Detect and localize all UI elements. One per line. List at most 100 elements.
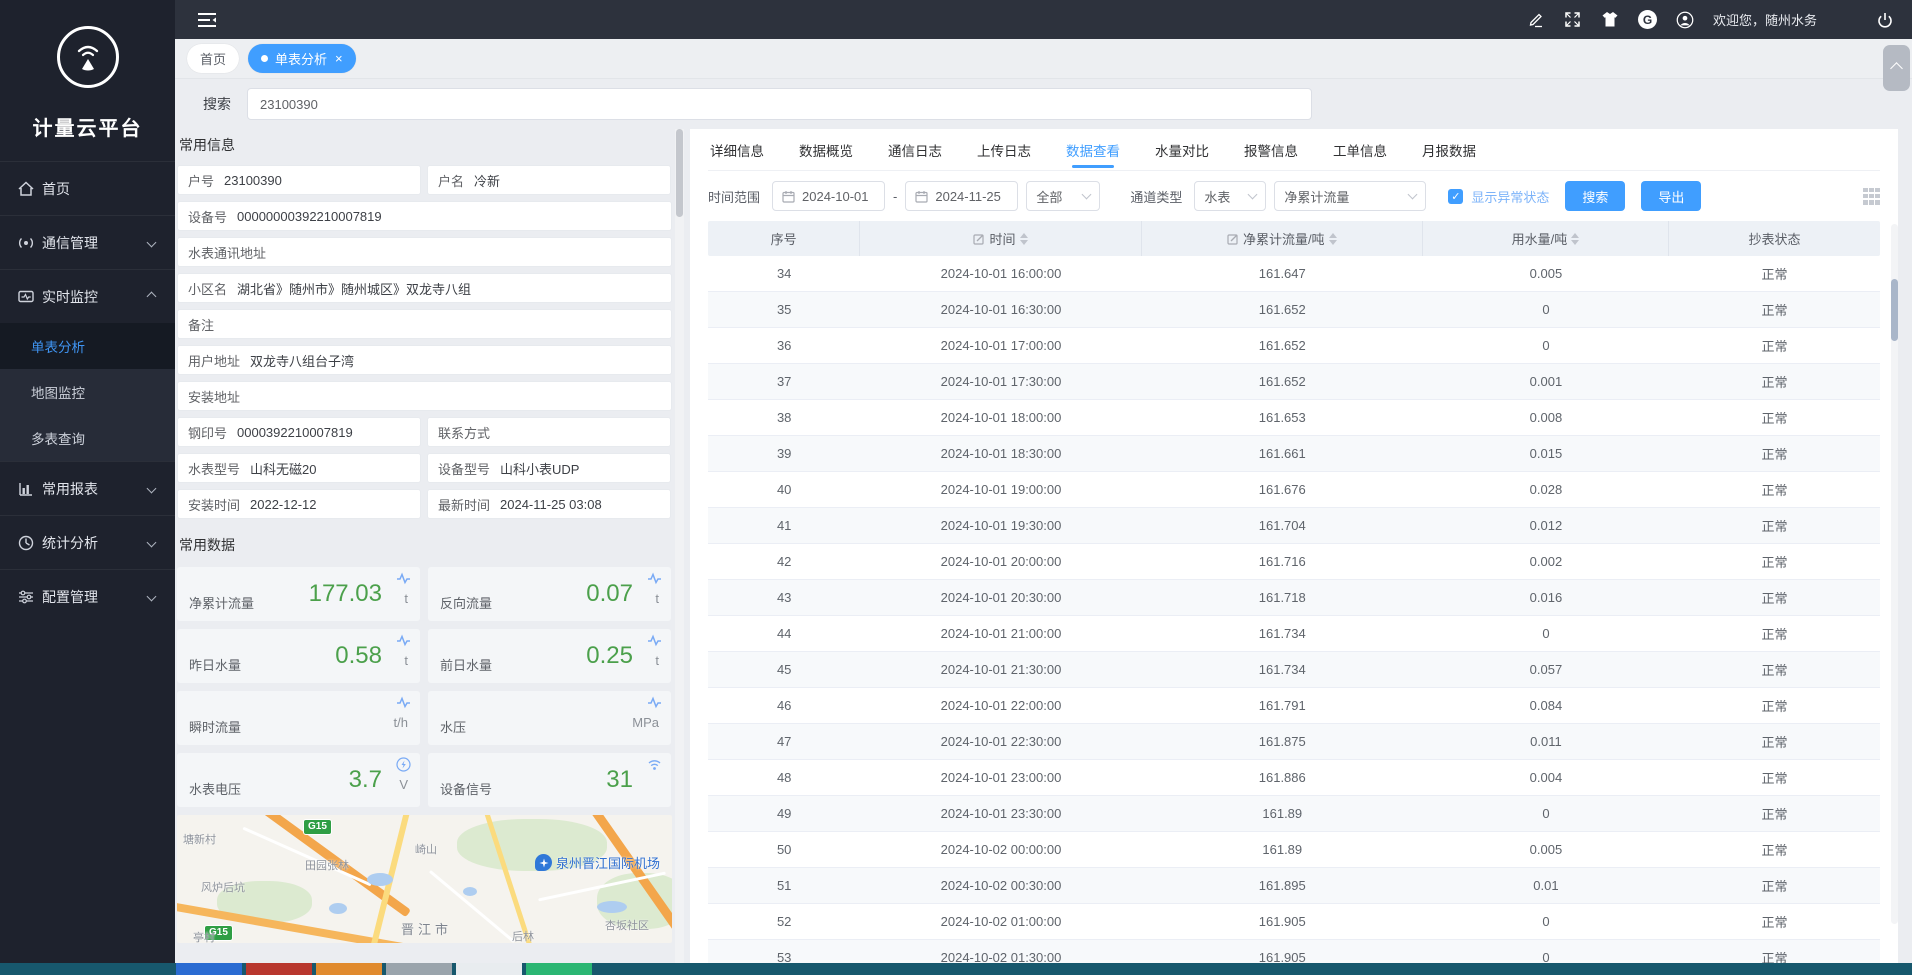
column-header-net-flow[interactable]: 净累计流量/吨 xyxy=(1142,221,1423,256)
taskbar-app-thumbnail[interactable] xyxy=(456,963,522,975)
sort-icon[interactable] xyxy=(1020,233,1028,245)
sidebar-item-single-meter-analysis[interactable]: 单表分析 xyxy=(0,323,175,369)
g-badge-icon[interactable]: G xyxy=(1638,10,1657,29)
sidebar-item-realtime-monitor[interactable]: 实时监控 xyxy=(0,269,175,323)
show-abnormal-checkbox[interactable]: ✓ xyxy=(1448,189,1463,204)
os-taskbar[interactable] xyxy=(0,963,1912,975)
sort-icon[interactable] xyxy=(1329,233,1337,245)
airport-poi[interactable]: 泉州晋江国际机场 xyxy=(535,853,660,872)
page-tag[interactable]: 首页 × xyxy=(187,44,239,73)
chevron-up-icon xyxy=(1890,62,1903,75)
table-row[interactable]: 48 2024-10-01 23:00:00 161.886 0.004 正常 xyxy=(708,760,1880,796)
detail-tab[interactable]: 上传日志 xyxy=(975,129,1033,172)
status-badge: 正常 xyxy=(1669,336,1880,355)
table-row[interactable]: 35 2024-10-01 16:30:00 161.652 0 正常 xyxy=(708,292,1880,328)
table-row[interactable]: 42 2024-10-01 20:00:00 161.716 0.002 正常 xyxy=(708,544,1880,580)
table-row[interactable]: 50 2024-10-02 00:00:00 161.89 0.005 正常 xyxy=(708,832,1880,868)
collapse-sidebar-icon[interactable] xyxy=(197,12,217,28)
pulse-icon xyxy=(647,633,662,648)
scrollbar-thumb[interactable] xyxy=(676,129,683,217)
power-icon[interactable] xyxy=(1876,11,1894,29)
user-avatar-icon[interactable] xyxy=(1676,11,1694,29)
detail-tab[interactable]: 详细信息 xyxy=(708,129,766,172)
detail-tab[interactable]: 报警信息 xyxy=(1242,129,1300,172)
table-row[interactable]: 38 2024-10-01 18:00:00 161.653 0.008 正常 xyxy=(708,400,1880,436)
sidebar-item-communication[interactable]: 通信管理 xyxy=(0,215,175,269)
table-row[interactable]: 49 2024-10-01 23:30:00 161.89 0 正常 xyxy=(708,796,1880,832)
data-section-title: 常用数据 xyxy=(177,529,672,565)
taskbar-app-thumbnail[interactable] xyxy=(246,963,312,975)
sort-icon[interactable] xyxy=(1571,233,1579,245)
info-field: 设备号 00000000392210007819 xyxy=(177,201,672,231)
info-field: 钢印号 0000392210007819 xyxy=(177,417,421,447)
detail-tab[interactable]: 数据查看 xyxy=(1064,129,1122,172)
table-row[interactable]: 34 2024-10-01 16:00:00 161.647 0.005 正常 xyxy=(708,256,1880,292)
column-header-usage[interactable]: 用水量/吨 xyxy=(1423,221,1669,256)
antenna-icon xyxy=(17,234,35,252)
status-badge: 正常 xyxy=(1669,408,1880,427)
taskbar-app-thumbnail[interactable] xyxy=(316,963,382,975)
metric-select[interactable]: 净累计流量 xyxy=(1274,181,1426,211)
taskbar-app-thumbnail[interactable] xyxy=(386,963,452,975)
table-row[interactable]: 44 2024-10-01 21:00:00 161.734 0 正常 xyxy=(708,616,1880,652)
status-badge: 正常 xyxy=(1669,444,1880,463)
search-input[interactable] xyxy=(247,88,1312,120)
page-tag[interactable]: 单表分析 × xyxy=(248,44,356,73)
sidebar-item-common-reports[interactable]: 常用报表 xyxy=(0,461,175,515)
metric-card: 前日水量 0.25 t xyxy=(428,629,671,683)
date-to-input[interactable]: 2024-11-25 xyxy=(905,181,1018,211)
date-from-input[interactable]: 2024-10-01 xyxy=(772,181,885,211)
metric-card: 瞬时流量 t/h xyxy=(177,691,420,745)
table-row[interactable]: 51 2024-10-02 00:30:00 161.895 0.01 正常 xyxy=(708,868,1880,904)
status-badge: 正常 xyxy=(1669,552,1880,571)
column-settings-icon[interactable] xyxy=(1863,188,1880,205)
scope-select[interactable]: 全部 xyxy=(1026,181,1100,211)
back-to-top-button[interactable] xyxy=(1883,45,1910,91)
theme-shirt-icon[interactable] xyxy=(1601,11,1619,29)
map-place-label: 塘新村 xyxy=(183,831,216,847)
water-meter-logo-icon xyxy=(69,38,107,76)
table-row[interactable]: 41 2024-10-01 19:30:00 161.704 0.012 正常 xyxy=(708,508,1880,544)
column-header-time[interactable]: 时间 xyxy=(860,221,1141,256)
app-window: 计量云平台 首页 通信管理 实时监控 单表分析 地图监控 多表查询 xyxy=(0,0,1912,975)
pulse-icon xyxy=(647,571,662,586)
table-row[interactable]: 39 2024-10-01 18:30:00 161.661 0.015 正常 xyxy=(708,436,1880,472)
table-row[interactable]: 37 2024-10-01 17:30:00 161.652 0.001 正常 xyxy=(708,364,1880,400)
topbar: G 欢迎您，随州水务 xyxy=(175,0,1912,39)
status-badge: 正常 xyxy=(1669,480,1880,499)
table-row[interactable]: 45 2024-10-01 21:30:00 161.734 0.057 正常 xyxy=(708,652,1880,688)
left-panel-scrollbar[interactable] xyxy=(675,129,684,975)
table-scrollbar[interactable] xyxy=(1891,224,1898,924)
close-tag-icon[interactable]: × xyxy=(335,52,343,65)
edit-icon[interactable] xyxy=(1527,11,1545,29)
taskbar-app-thumbnail[interactable] xyxy=(526,963,592,975)
pulse-icon xyxy=(647,695,662,710)
column-header-no[interactable]: 序号 xyxy=(708,221,860,256)
sidebar-item-map-monitor[interactable]: 地图监控 xyxy=(0,369,175,415)
export-button[interactable]: 导出 xyxy=(1641,181,1701,211)
table-row[interactable]: 40 2024-10-01 19:00:00 161.676 0.028 正常 xyxy=(708,472,1880,508)
column-header-status[interactable]: 抄表状态 xyxy=(1669,221,1880,256)
search-button[interactable]: 搜索 xyxy=(1565,181,1625,211)
sidebar-item-multi-meter-query[interactable]: 多表查询 xyxy=(0,415,175,461)
location-map[interactable]: 塘新村 G15 田园张林 崎山 风炉后坑 G15 晋江市 xyxy=(177,815,672,943)
detail-tab[interactable]: 工单信息 xyxy=(1331,129,1389,172)
table-row[interactable]: 52 2024-10-02 01:00:00 161.905 0 正常 xyxy=(708,904,1880,940)
table-row[interactable]: 43 2024-10-01 20:30:00 161.718 0.016 正常 xyxy=(708,580,1880,616)
table-row[interactable]: 47 2024-10-01 22:30:00 161.875 0.011 正常 xyxy=(708,724,1880,760)
detail-tab[interactable]: 数据概览 xyxy=(797,129,855,172)
detail-tab[interactable]: 月报数据 xyxy=(1420,129,1478,172)
sidebar: 计量云平台 首页 通信管理 实时监控 单表分析 地图监控 多表查询 xyxy=(0,0,175,975)
channel-select[interactable]: 水表 xyxy=(1194,181,1266,211)
taskbar-app-thumbnail[interactable] xyxy=(176,963,242,975)
detail-tab[interactable]: 水量对比 xyxy=(1153,129,1211,172)
sidebar-item-home[interactable]: 首页 xyxy=(0,161,175,215)
sidebar-item-statistics[interactable]: 统计分析 xyxy=(0,515,175,569)
table-row[interactable]: 36 2024-10-01 17:00:00 161.652 0 正常 xyxy=(708,328,1880,364)
fullscreen-icon[interactable] xyxy=(1564,11,1582,29)
detail-tab[interactable]: 通信日志 xyxy=(886,129,944,172)
status-badge: 正常 xyxy=(1669,876,1880,895)
sidebar-item-configuration[interactable]: 配置管理 xyxy=(0,569,175,623)
table-row[interactable]: 46 2024-10-01 22:00:00 161.791 0.084 正常 xyxy=(708,688,1880,724)
scrollbar-thumb[interactable] xyxy=(1891,279,1898,341)
